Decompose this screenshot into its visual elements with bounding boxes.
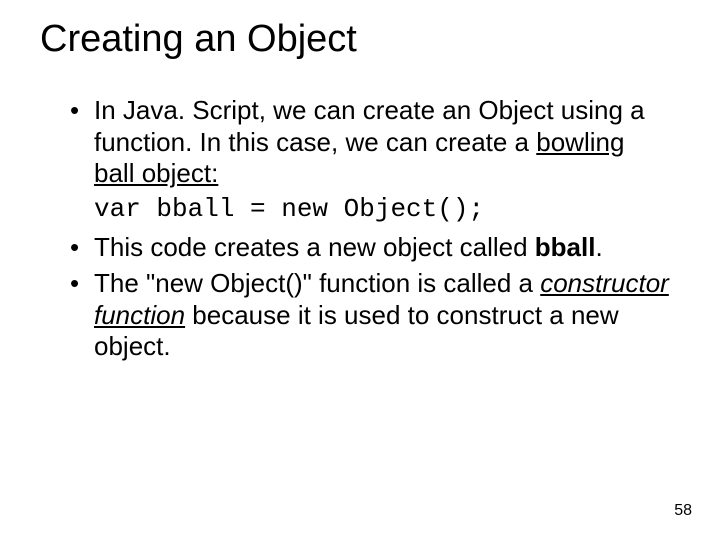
- bullet-item-2: This code creates a new object called bb…: [70, 232, 670, 264]
- bullet-2-prefix: This code creates a new object called: [94, 232, 535, 262]
- bullet-2-bold: bball: [535, 232, 596, 262]
- bullet-item-3: The "new Object()" function is called a …: [70, 268, 670, 363]
- bullet-list: In Java. Script, we can create an Object…: [40, 95, 680, 190]
- slide: Creating an Object In Java. Script, we c…: [0, 0, 720, 540]
- bullet-3-prefix: The "new Object()" function is called a: [94, 268, 540, 298]
- bullet-2-suffix: .: [595, 232, 602, 262]
- bullet-list-2: This code creates a new object called bb…: [40, 232, 680, 363]
- page-number: 58: [674, 502, 692, 520]
- bullet-item-1: In Java. Script, we can create an Object…: [70, 95, 670, 190]
- slide-title: Creating an Object: [40, 18, 680, 61]
- code-line: var bball = new Object();: [94, 194, 680, 224]
